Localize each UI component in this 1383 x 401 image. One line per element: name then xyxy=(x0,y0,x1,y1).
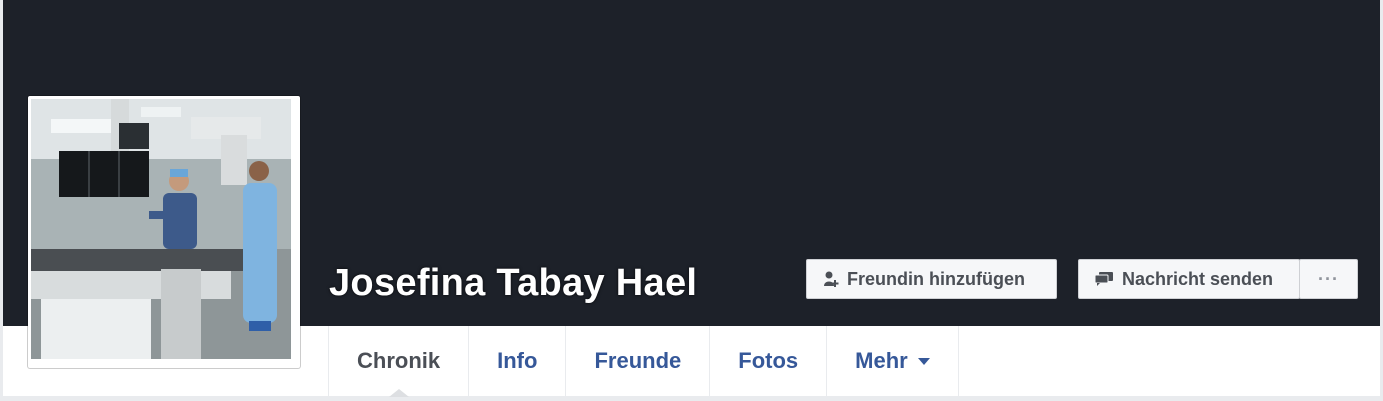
tab-label: Info xyxy=(497,348,538,373)
tab-freunde[interactable]: Freunde xyxy=(565,326,709,396)
page-background-strip xyxy=(0,396,1383,401)
profile-name[interactable]: Josefina Tabay Hael xyxy=(329,262,697,305)
tab-info[interactable]: Info xyxy=(468,326,565,396)
send-message-label: Nachricht senden xyxy=(1122,268,1274,289)
tab-label: Freunde xyxy=(594,348,682,373)
add-friend-button[interactable]: Freundin hinzufügen xyxy=(806,259,1057,299)
profile-tabs: Chronik Info Freunde Fotos Mehr xyxy=(328,326,959,397)
profile-photo-image xyxy=(31,99,291,359)
tab-label: Chronik xyxy=(357,348,441,373)
send-message-button[interactable]: Nachricht senden xyxy=(1078,259,1300,299)
tab-chronik[interactable]: Chronik xyxy=(328,326,468,397)
message-icon xyxy=(1094,271,1114,287)
add-friend-icon xyxy=(823,270,839,288)
add-friend-label: Freundin hinzufügen xyxy=(847,268,1025,289)
tab-label: Fotos xyxy=(738,348,799,373)
profile-picture[interactable] xyxy=(28,96,300,368)
chevron-down-icon xyxy=(917,357,930,365)
more-options-button[interactable]: ··· xyxy=(1299,259,1358,299)
cover-left-border xyxy=(0,0,3,326)
more-options-label: ··· xyxy=(1318,268,1339,289)
tab-label: Mehr xyxy=(855,348,908,373)
tab-mehr[interactable]: Mehr xyxy=(826,326,959,396)
tab-fotos[interactable]: Fotos xyxy=(709,326,826,396)
